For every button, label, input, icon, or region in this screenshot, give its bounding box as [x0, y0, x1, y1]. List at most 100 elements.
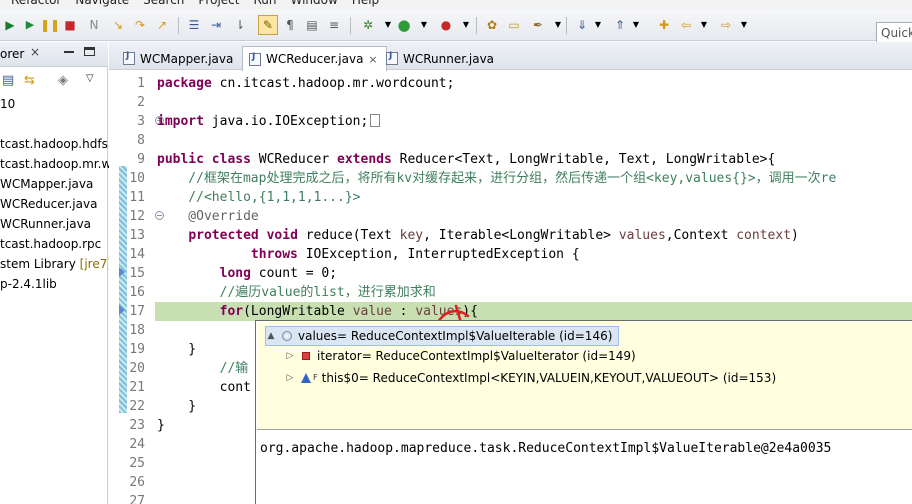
use-step-filters-icon[interactable]: ⇥: [208, 17, 224, 33]
open-folder-icon[interactable]: ▭: [506, 17, 522, 33]
line-number: 12: [129, 209, 145, 224]
maximize-icon[interactable]: [84, 47, 95, 56]
code-line: }: [157, 342, 197, 357]
expand-icon[interactable]: ▷: [285, 368, 295, 388]
expand-icon[interactable]: ▷: [285, 346, 295, 366]
menu-project[interactable]: Project: [191, 0, 246, 9]
skip-breakpoints-icon[interactable]: ▶: [2, 17, 18, 33]
code-text: :: [391, 304, 416, 319]
tree-item-package[interactable]: tcast.hadoop.rpc: [0, 234, 101, 254]
variable-text: this$0= ReduceContextImpl<KEYIN,VALUEIN,…: [321, 371, 777, 385]
menu-window[interactable]: Window: [283, 0, 344, 9]
dropdown-arrow-icon[interactable]: ▼: [458, 17, 474, 33]
variable-text: iterator= ReduceContextImpl$ValueIterato…: [317, 349, 636, 363]
variable-tree[interactable]: ▲ values= ReduceContextImpl$ValueIterabl…: [257, 322, 912, 430]
show-whitespace-icon[interactable]: ¶: [282, 17, 298, 33]
tree-item-file[interactable]: WCRunner.java: [0, 214, 91, 234]
view-menu-icon[interactable]: ▽: [86, 73, 94, 84]
folded-block-icon[interactable]: [370, 114, 381, 127]
dropdown-arrow-icon[interactable]: ▼: [380, 17, 396, 33]
line-number: 16: [129, 285, 145, 300]
dropdown-arrow-icon[interactable]: ▼: [628, 17, 644, 33]
tab-wcrunner[interactable]: WCRunner.java: [380, 47, 502, 70]
formatting-icon[interactable]: ≡: [326, 17, 342, 33]
keyword: import: [157, 114, 204, 129]
dropdown-arrow-icon[interactable]: ▼: [416, 17, 432, 33]
keyword: class: [211, 152, 251, 167]
variable-row-values[interactable]: ▲ values= ReduceContextImpl$ValueIterabl…: [265, 326, 620, 346]
line-number: 3: [137, 114, 145, 129]
previous-annotation-icon[interactable]: ⇑: [612, 17, 628, 33]
tree-item-package[interactable]: tcast.hadoop.hdfs: [0, 134, 108, 154]
line-number: 25: [129, 456, 145, 471]
forward-icon[interactable]: ⇨: [718, 17, 734, 33]
java-file-icon: [249, 52, 261, 66]
search-flashlight-icon[interactable]: ✒: [530, 17, 546, 33]
param: context: [736, 228, 792, 243]
resume-icon[interactable]: ▶: [22, 17, 38, 33]
private-field-icon: [302, 352, 310, 360]
focus-icon[interactable]: ◈: [58, 73, 68, 88]
debug-inspect-popup[interactable]: ▲ values= ReduceContextImpl$ValueIterabl…: [255, 320, 912, 504]
line-number: 23: [129, 418, 145, 433]
next-annotation-icon[interactable]: ⇓: [574, 17, 590, 33]
line-number: 9: [137, 152, 145, 167]
tab-wcmapper[interactable]: WCMapper.java: [117, 47, 241, 70]
toolbar-separator: [476, 17, 477, 34]
toggle-highlight-icon[interactable]: ✎: [258, 15, 278, 35]
run-icon[interactable]: ●: [396, 17, 412, 33]
toolbar-separator: [350, 17, 351, 34]
last-edit-location-icon[interactable]: ✚: [656, 17, 672, 33]
menu-search[interactable]: Search: [136, 0, 191, 9]
step-into-icon[interactable]: ↘: [110, 17, 126, 33]
suspend-icon[interactable]: ❚❚: [40, 17, 60, 33]
keyword: for: [219, 304, 244, 319]
link-with-editor-icon[interactable]: ⇆: [24, 73, 35, 88]
line-number: 15: [129, 266, 145, 281]
minimize-icon[interactable]: [64, 51, 74, 53]
variable-detail-text: org.apache.hadoop.mapreduce.task.ReduceC…: [260, 441, 832, 456]
tab-wcreducer[interactable]: WCReducer.java ×: [242, 46, 387, 71]
dropdown-arrow-icon[interactable]: ▼: [696, 17, 712, 33]
code-text: (LongWritable: [243, 304, 353, 319]
menu-refactor[interactable]: Refactor: [4, 0, 68, 9]
dropdown-arrow-icon[interactable]: ▼: [550, 17, 566, 33]
terminate-icon[interactable]: ■: [62, 17, 78, 33]
menu-run[interactable]: Run: [246, 0, 283, 9]
collapse-all-icon[interactable]: ▤: [2, 73, 14, 88]
code-text: java.io.IOException;: [203, 114, 369, 129]
variable-row-iterator[interactable]: ▷ iterator= ReduceContextImpl$ValueItera…: [285, 346, 636, 366]
explorer-tab-title[interactable]: orer: [0, 47, 24, 61]
keyword: throws: [250, 247, 298, 262]
collapse-icon[interactable]: ▲: [266, 326, 276, 346]
tree-item-library[interactable]: p-2.4.1lib: [0, 274, 57, 294]
main-toolbar: ▶ ▶ ❚❚ ■ N ↘ ↷ ↗ ☰ ⇥ ⇂ ✎ ¶ ▤ ≡ ✲ ▼ ● ▼ ●…: [0, 9, 912, 44]
line-number: 18: [129, 323, 145, 338]
dropdown-arrow-icon[interactable]: ▼: [590, 17, 606, 33]
explorer-tabbar: orer ×: [0, 42, 108, 67]
tree-item-library[interactable]: stem Library [jre7]: [0, 254, 112, 274]
debug-icon[interactable]: ✲: [360, 17, 376, 33]
external-tools-icon[interactable]: ●: [438, 17, 454, 33]
close-icon[interactable]: ×: [30, 45, 40, 59]
quick-access-input[interactable]: Quick: [876, 22, 912, 44]
menu-navigate[interactable]: Navigate: [68, 0, 136, 9]
back-icon[interactable]: ⇦: [678, 17, 694, 33]
tree-item-file[interactable]: WCReducer.java: [0, 194, 97, 214]
close-icon[interactable]: ×: [368, 53, 377, 66]
drop-to-frame-icon[interactable]: ☰: [186, 17, 202, 33]
disconnect-icon[interactable]: N: [86, 17, 102, 33]
line-number: 11: [129, 190, 145, 205]
step-over-icon[interactable]: ↷: [132, 17, 148, 33]
tree-item-package[interactable]: tcast.hadoop.mr.w: [0, 154, 111, 174]
menu-help[interactable]: Help: [345, 0, 386, 9]
dropdown-arrow-icon[interactable]: ▼: [736, 17, 752, 33]
variable-row-this[interactable]: ▷ F this$0= ReduceContextImpl<KEYIN,VALU…: [285, 368, 777, 388]
new-java-project-icon[interactable]: ✿: [484, 17, 500, 33]
tree-item-file[interactable]: WCMapper.java: [0, 174, 93, 194]
step-return-icon[interactable]: ↗: [154, 17, 170, 33]
code-line: protected void reduce(Text key, Iterable…: [157, 226, 799, 245]
toggle-mark-icon[interactable]: ⇂: [232, 17, 248, 33]
line-number: 27: [129, 494, 145, 504]
block-selection-icon[interactable]: ▤: [304, 17, 320, 33]
